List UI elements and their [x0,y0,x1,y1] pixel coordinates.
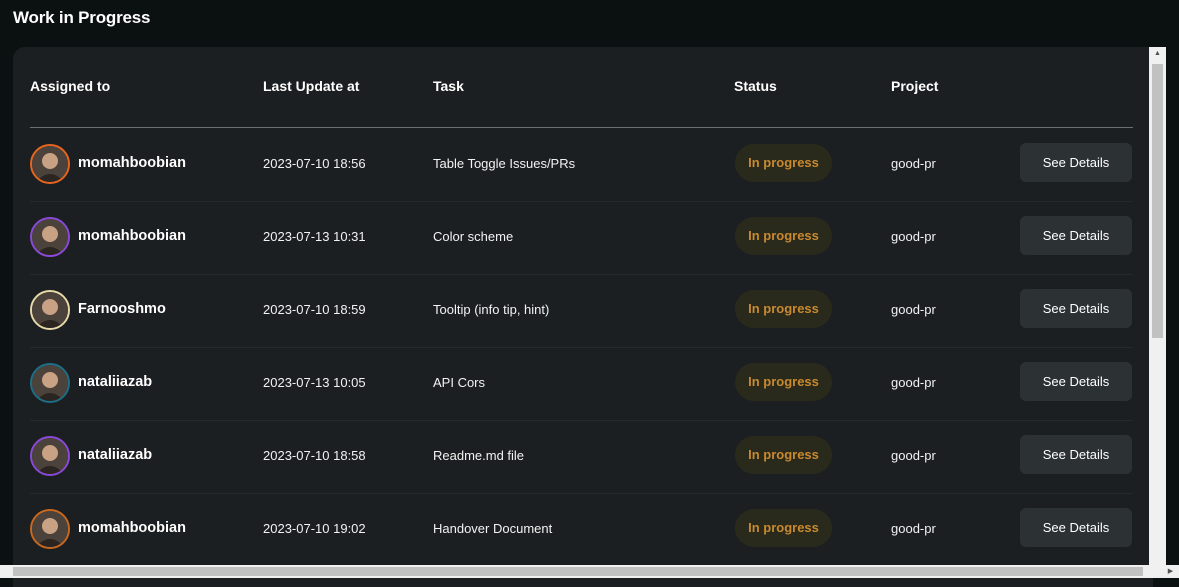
task-name: Color scheme [433,229,514,244]
see-details-button[interactable]: See Details [1020,289,1132,328]
see-details-button[interactable]: See Details [1020,435,1132,474]
avatar [30,217,70,257]
last-update-time: 2023-07-10 18:59 [263,302,366,317]
header-task: Task [433,78,464,94]
assignee-name: nataliiazab [78,447,153,463]
task-name: Tooltip (info tip, hint) [433,302,550,317]
status-badge: In progress [735,217,832,255]
status-badge: In progress [735,436,832,474]
see-details-button[interactable]: See Details [1020,508,1132,547]
table-row: momahboobian 2023-07-10 18:56 Table Toggle… [30,128,1133,202]
table-header: Assigned to Last Update at Task Status P… [30,47,1133,128]
user-avatar-icon [32,219,68,255]
table-row: momahboobian 2023-07-13 10:31 Color scheme… [30,201,1133,275]
vertical-scrollbar-thumb[interactable] [1152,64,1163,338]
table-row: nataliiazab 2023-07-10 18:58 Readme.md fil… [30,420,1133,494]
assignee-name: nataliiazab [78,374,153,390]
avatar [30,363,70,403]
last-update-time: 2023-07-10 18:56 [263,156,366,171]
assignee-name: momahboobian [78,520,186,536]
task-name: Handover Document [433,521,553,536]
user-avatar-icon [32,511,68,547]
task-name: API Cors [433,375,486,390]
project-name: good-pr [891,302,936,317]
avatar [30,509,70,549]
status-badge: In progress [735,509,832,547]
assignee-name: momahboobian [78,228,186,244]
scroll-up-arrow-icon[interactable]: ▲ [1149,47,1166,61]
project-name: good-pr [891,156,936,171]
project-name: good-pr [891,229,936,244]
project-name: good-pr [891,448,936,463]
see-details-button[interactable]: See Details [1020,362,1132,401]
last-update-time: 2023-07-13 10:05 [263,375,366,390]
last-update-time: 2023-07-10 19:02 [263,521,366,536]
user-avatar-icon [32,146,68,182]
project-name: good-pr [891,375,936,390]
work-in-progress-table: Assigned to Last Update at Task Status P… [13,47,1153,587]
user-avatar-icon [32,438,68,474]
last-update-time: 2023-07-13 10:31 [263,229,366,244]
header-project: Project [891,78,939,94]
status-badge: In progress [735,290,832,328]
user-avatar-icon [32,292,68,328]
avatar [30,436,70,476]
page-title: Work in Progress [13,8,151,27]
table-row: nataliiazab 2023-07-13 10:05 API Cors In pr… [30,347,1133,421]
project-name: good-pr [891,521,936,536]
task-name: Table Toggle Issues/PRs [433,156,576,171]
horizontal-scrollbar[interactable]: ▶ [0,565,1179,578]
avatar [30,290,70,330]
last-update-time: 2023-07-10 18:58 [263,448,366,463]
task-name: Readme.md file [433,448,525,463]
header-status: Status [734,78,777,94]
see-details-button[interactable]: See Details [1020,143,1132,182]
avatar [30,144,70,184]
user-avatar-icon [32,365,68,401]
status-badge: In progress [735,144,832,182]
horizontal-scrollbar-thumb[interactable] [13,567,1143,576]
assignee-name: momahboobian [78,155,186,171]
scroll-right-arrow-icon[interactable]: ▶ [1162,565,1179,578]
status-badge: In progress [735,363,832,401]
header-last-update: Last Update at [263,78,360,94]
assignee-name: Farnooshmo [78,301,166,317]
table-row: Farnooshmo 2023-07-10 18:59 Tooltip (info … [30,274,1133,348]
see-details-button[interactable]: See Details [1020,216,1132,255]
vertical-scrollbar[interactable]: ▲ [1149,47,1166,565]
table-row: momahboobian 2023-07-10 19:02 Handover Doc… [30,493,1133,567]
header-assigned-to: Assigned to [30,78,111,94]
